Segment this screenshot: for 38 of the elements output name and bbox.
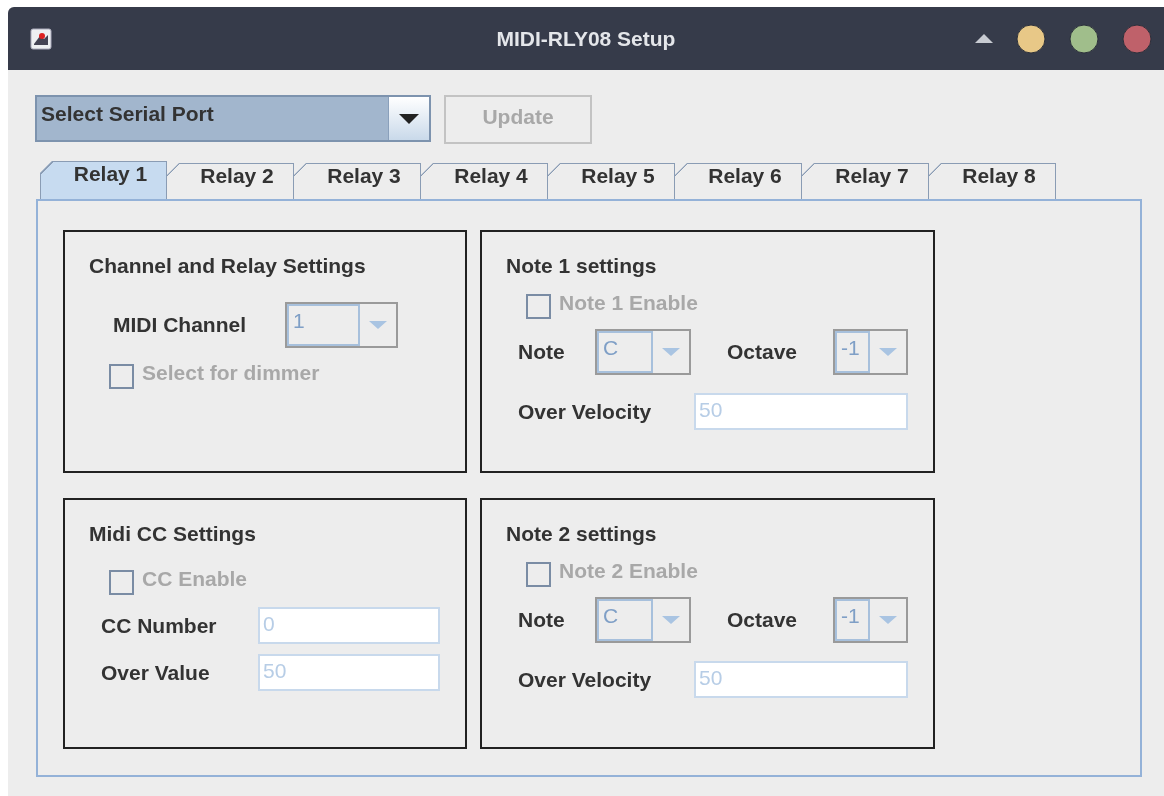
- tab[interactable]: Relay 5: [548, 163, 675, 199]
- checkbox-label: Select for dimmer: [142, 359, 320, 386]
- dropdown-arrow-icon: [369, 320, 387, 330]
- tab[interactable]: Relay 1: [40, 161, 167, 199]
- field-label: Over Velocity: [518, 666, 653, 693]
- tab[interactable]: Relay 4: [421, 163, 548, 199]
- panel-title: Channel and Relay Settings: [89, 253, 366, 279]
- checkbox-label: Note 2 Enable: [559, 557, 698, 584]
- tab[interactable]: Relay 3: [294, 163, 421, 199]
- panel-title: Midi CC Settings: [89, 521, 256, 547]
- maximize-button[interactable]: [1069, 23, 1099, 54]
- dropdown-arrow-icon: [879, 347, 897, 357]
- field-label: Octave: [727, 339, 799, 365]
- field-label: Note: [518, 339, 566, 365]
- field-label: Over Velocity: [518, 398, 653, 425]
- panel-title: Note 1 settings: [506, 253, 657, 279]
- minimize-button[interactable]: [1016, 23, 1046, 54]
- tab[interactable]: Relay 8: [929, 163, 1056, 199]
- window-title: MIDI-RLY08 Setup: [496, 26, 676, 51]
- checkbox-label: Note 1 Enable: [559, 289, 698, 316]
- field-label: Octave: [727, 607, 799, 633]
- field-label: CC Number: [101, 612, 218, 639]
- tab[interactable]: Relay 6: [675, 163, 802, 199]
- field-label: MIDI Channel: [113, 312, 247, 338]
- app-icon: [30, 27, 52, 50]
- field-label: Note: [518, 607, 566, 633]
- collapse-icon[interactable]: [975, 34, 993, 43]
- serial-port-dropdown[interactable]: Select Serial Port: [35, 95, 431, 142]
- field-label: Over Value: [101, 659, 211, 686]
- panel-title: Note 2 settings: [506, 521, 657, 547]
- dropdown-arrow-icon: [662, 615, 680, 625]
- close-button[interactable]: [1122, 23, 1152, 54]
- tab[interactable]: Relay 7: [802, 163, 929, 199]
- dropdown-arrow-icon: [879, 615, 897, 625]
- dropdown-arrow-icon: [399, 113, 419, 124]
- dropdown-arrow-icon: [662, 347, 680, 357]
- checkbox-label: CC Enable: [142, 565, 248, 592]
- tab[interactable]: Relay 2: [167, 163, 294, 199]
